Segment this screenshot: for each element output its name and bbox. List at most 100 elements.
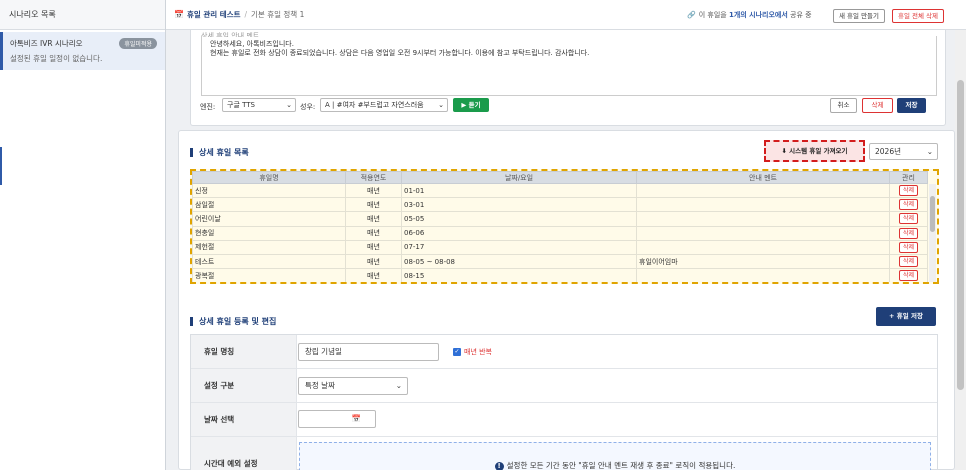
row-delete-button[interactable]: 삭제 xyxy=(898,227,919,239)
save-holiday-button[interactable]: + 휴일 저장 xyxy=(876,307,936,326)
cell-name: 신정 xyxy=(192,182,346,199)
cell-date: 08-05 ~ 08-08 xyxy=(401,253,637,270)
cell-repeat: 매년 xyxy=(345,197,402,213)
type-select[interactable]: 특정 날짜 ⌄ xyxy=(298,377,408,395)
cell-date: 03-01 xyxy=(401,197,637,213)
date-input[interactable]: 📅 xyxy=(298,410,376,428)
holiday-edit-form: 휴일 명칭 창립 기념일 ✓ 매년 반복 설정 구분 특정 날짜 ⌄ 날짜 선택 … xyxy=(190,334,938,470)
table-scrollbar[interactable] xyxy=(929,184,936,282)
table-row[interactable]: 테스트 매년 08-05 ~ 08-08 휴일이어임마 삭제 xyxy=(192,253,928,270)
holiday-list-title: 상세 휴일 목록 xyxy=(190,148,249,157)
holiday-name-input[interactable]: 창립 기념일 xyxy=(298,343,439,361)
sidebar-title: 시나리오 목록 xyxy=(0,0,165,30)
table-scrollbar-thumb[interactable] xyxy=(930,196,935,232)
table-row[interactable]: 신정 매년 01-01 삭제 xyxy=(192,182,928,199)
cell-repeat: 매년 xyxy=(345,211,402,227)
sidebar-resize-handle[interactable] xyxy=(0,147,2,185)
download-icon: ⬇ xyxy=(781,147,787,155)
cell-action: 삭제 xyxy=(889,211,928,227)
voice-select[interactable]: A | #여자 #부드럽고 자연스러움 ⌄ xyxy=(320,98,448,112)
share-count[interactable]: 1개의 시나리오에서 xyxy=(729,11,788,19)
row-delete-button[interactable]: 삭제 xyxy=(898,199,919,211)
cell-repeat: 매년 xyxy=(345,253,402,270)
cell-ment xyxy=(636,211,890,227)
cell-repeat: 매년 xyxy=(345,225,402,241)
new-holiday-button[interactable]: 새 휴일 만들기 xyxy=(833,9,886,23)
delete-all-holidays-button[interactable]: 휴일 전체 삭제 xyxy=(892,9,945,23)
column-header-name: 휴일명 xyxy=(192,171,346,184)
info-icon: ! xyxy=(494,462,504,470)
cell-repeat: 매년 xyxy=(345,239,402,255)
notice-text: 설정한 모든 기간 동안 "휴일 안내 멘트 재생 후 종료" 로직이 적용됩니… xyxy=(506,461,736,470)
cell-name: 어린이날 xyxy=(192,211,346,227)
cell-ment xyxy=(636,182,890,199)
holiday-table-wrapper: 휴일명 적용연도 날짜/요일 안내 멘트 관리 신정 매년 01-01 삭제 삼… xyxy=(190,169,939,284)
chevron-down-icon: ⌄ xyxy=(395,381,402,390)
link-icon: 🔗 xyxy=(687,11,696,19)
row-delete-button[interactable]: 삭제 xyxy=(898,256,919,268)
row-delete-button[interactable]: 삭제 xyxy=(898,270,919,282)
cell-action: 삭제 xyxy=(889,197,928,213)
cell-ment xyxy=(636,239,890,255)
cancel-button[interactable]: 취소 xyxy=(830,98,857,113)
name-label: 휴일 명칭 xyxy=(191,335,297,368)
column-header-repeat: 적용연도 xyxy=(345,171,402,184)
repeat-checkbox[interactable]: ✓ xyxy=(453,348,461,356)
cell-repeat: 매년 xyxy=(345,182,402,199)
cell-name: 광복절 xyxy=(192,268,346,282)
form-row-name: 휴일 명칭 창립 기념일 ✓ 매년 반복 xyxy=(191,335,937,369)
form-row-type: 설정 구분 특정 날짜 ⌄ xyxy=(191,369,937,403)
cell-date: 01-01 xyxy=(401,182,637,199)
calendar-icon[interactable]: 📅 xyxy=(352,411,361,427)
cell-date: 08-15 xyxy=(401,268,637,282)
breadcrumb-sub: 기본 휴일 정책 1 xyxy=(251,10,305,19)
engine-label: 엔진: xyxy=(200,103,216,111)
row-delete-button[interactable]: 삭제 xyxy=(898,241,919,253)
table-row[interactable]: 어린이날 매년 05-05 삭제 xyxy=(192,211,928,227)
cell-ment: 휴일이어임마 xyxy=(636,253,890,270)
date-label: 날짜 선택 xyxy=(191,403,297,436)
chevron-down-icon: ⌄ xyxy=(286,101,292,109)
row-delete-button[interactable]: 삭제 xyxy=(898,213,919,225)
edit-section-title: 상세 휴일 등록 및 편집 xyxy=(190,317,276,326)
voice-value: A | #여자 #부드럽고 자연스러움 xyxy=(325,101,424,109)
cell-ment xyxy=(636,225,890,241)
status-badge: 휴일미적용 xyxy=(119,38,157,49)
year-select[interactable]: 2026년 ⌄ xyxy=(869,143,938,160)
share-info: 🔗 이 휴일을 1개의 시나리오에서 공유 중 xyxy=(687,0,812,30)
cell-date: 06-06 xyxy=(401,225,637,241)
breadcrumb-main[interactable]: 휴일 관리 테스트 xyxy=(187,10,241,19)
table-row[interactable]: 삼일절 매년 03-01 삭제 xyxy=(192,197,928,213)
cell-action: 삭제 xyxy=(889,268,928,282)
ment-textarea[interactable]: 안녕하세요, 아톡비즈입니다. 현재는 휴일로 전화 상담이 종료되었습니다. … xyxy=(201,36,937,96)
sidebar-item-scenario[interactable]: 아톡비즈 IVR 시나리오 설정된 휴일 일정이 없습니다. 휴일미적용 xyxy=(0,32,165,70)
table-row[interactable]: 광복절 매년 08-15 삭제 xyxy=(192,268,928,282)
type-value: 특정 날짜 xyxy=(305,381,335,390)
table-row[interactable]: 현충일 매년 06-06 삭제 xyxy=(192,225,928,241)
repeat-label: 매년 반복 xyxy=(464,348,492,356)
form-row-date: 날짜 선택 📅 xyxy=(191,403,937,437)
engine-select[interactable]: 구글 TTS ⌄ xyxy=(222,98,296,112)
chevron-down-icon: ⌄ xyxy=(926,147,933,156)
share-suffix: 공유 중 xyxy=(790,11,812,19)
cell-name: 현충일 xyxy=(192,225,346,241)
page-scrollbar[interactable] xyxy=(955,30,966,470)
cell-date: 07-17 xyxy=(401,239,637,255)
ment-line-1: 안녕하세요, 아톡비즈입니다. xyxy=(210,40,294,48)
row-delete-button[interactable]: 삭제 xyxy=(898,185,919,197)
scenario-status-text: 설정된 휴일 일정이 없습니다. xyxy=(10,54,103,63)
save-button[interactable]: 저장 xyxy=(897,98,926,113)
voice-label: 성우: xyxy=(300,103,316,111)
calendar-icon: 📅 xyxy=(174,10,184,19)
cell-name: 제헌절 xyxy=(192,239,346,255)
import-system-holidays-button[interactable]: ⬇ 시스템 휴일 가져오기 xyxy=(764,140,865,162)
cell-action: 삭제 xyxy=(889,253,928,270)
cell-name: 삼일절 xyxy=(192,197,346,213)
table-row[interactable]: 제헌절 매년 07-17 삭제 xyxy=(192,239,928,255)
cell-ment xyxy=(636,268,890,282)
type-label: 설정 구분 xyxy=(191,369,297,402)
delete-button[interactable]: 삭제 xyxy=(862,98,893,113)
listen-button[interactable]: ▶ 듣기 xyxy=(453,98,489,112)
scenario-sidebar: 시나리오 목록 아톡비즈 IVR 시나리오 설정된 휴일 일정이 없습니다. 휴… xyxy=(0,0,166,470)
page-scrollbar-thumb[interactable] xyxy=(957,80,964,390)
